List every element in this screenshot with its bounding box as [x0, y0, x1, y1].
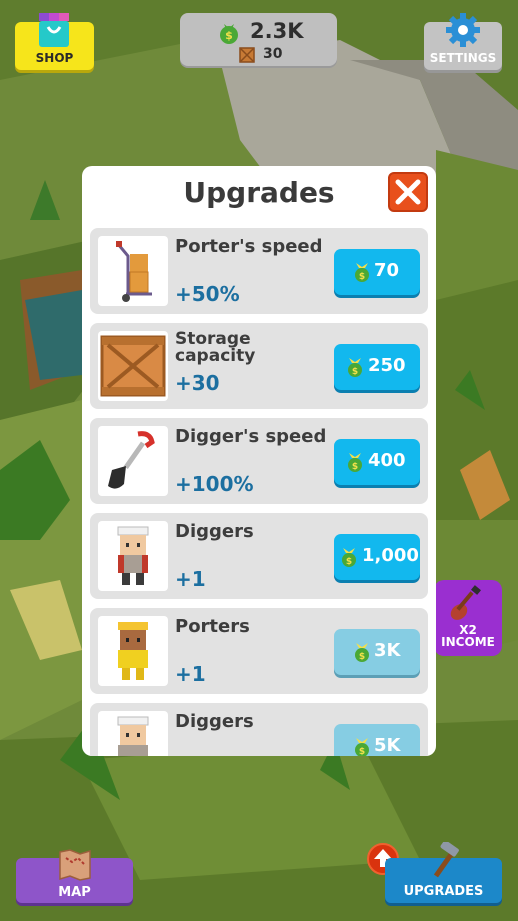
- upgrade-price: 250: [368, 355, 406, 376]
- buy-upgrade-button[interactable]: $ 5K: [334, 724, 420, 756]
- upgrade-item-porters: Porters +1 $ 3K: [90, 608, 428, 694]
- shop-button[interactable]: SHOP: [15, 13, 94, 70]
- svg-text:$: $: [352, 367, 358, 377]
- hammer-icon: [433, 842, 459, 878]
- porter-worker-icon: [118, 622, 148, 680]
- modal-title: Upgrades: [183, 176, 335, 209]
- upgrade-bonus: +30: [175, 371, 220, 395]
- upgrades-button[interactable]: UPGRADES: [385, 842, 502, 903]
- gear-icon: [446, 13, 480, 47]
- shop-label: SHOP: [35, 51, 74, 65]
- upgrade-item-storage-capacity: Storage capacity +30 $ 250: [90, 323, 428, 409]
- crate-icon: [239, 47, 255, 63]
- upgrade-name: Porters: [175, 616, 250, 637]
- upgrade-name: Digger's speed: [175, 426, 327, 447]
- shovel-icon: [108, 431, 155, 489]
- upgrade-thumbnail: [98, 521, 168, 591]
- settings-label: SETTINGS: [429, 51, 497, 65]
- upgrade-bonus: +1: [175, 567, 206, 591]
- crate-icon: [100, 335, 166, 397]
- crate-count: 30: [263, 46, 283, 62]
- upgrade-thumbnail: [98, 711, 168, 756]
- upgrade-bonus: +50%: [175, 282, 240, 306]
- svg-text:$: $: [359, 272, 365, 282]
- shopping-bag-icon: [39, 13, 69, 47]
- currency-panel: $ 2.3K 30: [180, 13, 337, 66]
- upgrades-label: UPGRADES: [403, 884, 484, 899]
- svg-text:$: $: [359, 747, 365, 756]
- map-label: MAP: [58, 885, 91, 900]
- buy-upgrade-button[interactable]: $ 400: [334, 439, 420, 485]
- x2-income-button[interactable]: X2 INCOME: [434, 580, 502, 656]
- buy-upgrade-button[interactable]: $ 1,000: [334, 534, 420, 580]
- svg-text:$: $: [359, 652, 365, 662]
- money-bag-icon: $: [355, 263, 369, 282]
- money-bag-icon: $: [348, 358, 362, 377]
- upgrade-thumbnail: [98, 236, 168, 306]
- x2-income-label: X2 INCOME: [441, 623, 495, 649]
- upgrade-list[interactable]: Porter's speed +50% $ 70 Storage capacit…: [90, 228, 428, 756]
- money-amount: 2.3K: [250, 19, 304, 43]
- upgrade-price: 1,000: [362, 545, 419, 566]
- upgrade-name: Storage capacity: [175, 329, 256, 366]
- money-bag-icon: $: [355, 738, 369, 756]
- money-bag-icon: $: [220, 24, 238, 44]
- upgrade-thumbnail: [98, 426, 168, 496]
- map-button[interactable]: MAP: [16, 849, 133, 903]
- money-bag-icon: $: [348, 453, 362, 472]
- buy-upgrade-button[interactable]: $ 70: [334, 249, 420, 295]
- upgrade-price: 3K: [374, 640, 401, 661]
- upgrade-thumbnail: [98, 331, 168, 401]
- money-bag-icon: $: [355, 643, 369, 662]
- hand-truck-icon: [116, 241, 152, 302]
- upgrade-name: Porter's speed: [175, 236, 323, 257]
- upgrade-name: Diggers: [175, 711, 254, 732]
- upgrade-name: Diggers: [175, 521, 254, 542]
- upgrade-item-diggers-2: Diggers $ 5K: [90, 703, 428, 756]
- settings-button[interactable]: SETTINGS: [424, 13, 502, 70]
- upgrade-bonus: +1: [175, 662, 206, 686]
- digger-worker-icon: [117, 716, 149, 756]
- upgrade-item-diggers: Diggers +1 $ 1,000: [90, 513, 428, 599]
- upgrade-item-porters-speed: Porter's speed +50% $ 70: [90, 228, 428, 314]
- upgrade-thumbnail: [98, 616, 168, 686]
- upgrade-price: 5K: [374, 735, 401, 756]
- svg-text:$: $: [346, 557, 352, 567]
- buy-upgrade-button[interactable]: $ 250: [334, 344, 420, 390]
- map-icon: [59, 849, 91, 881]
- upgrade-price: 400: [368, 450, 406, 471]
- guitar-icon: [450, 585, 481, 620]
- upgrades-modal: Upgrades Porter's speed +50% $ 70 Storag…: [82, 166, 436, 756]
- close-icon: [395, 179, 421, 205]
- close-button[interactable]: [388, 172, 428, 212]
- upgrade-price: 70: [374, 260, 400, 281]
- svg-text:$: $: [225, 29, 233, 42]
- buy-upgrade-button[interactable]: $ 3K: [334, 629, 420, 675]
- upgrade-bonus: +100%: [175, 472, 254, 496]
- digger-worker-icon: [117, 526, 149, 585]
- svg-text:$: $: [352, 462, 358, 472]
- upgrade-item-diggers-speed: Digger's speed +100% $ 400: [90, 418, 428, 504]
- money-bag-icon: $: [342, 548, 356, 567]
